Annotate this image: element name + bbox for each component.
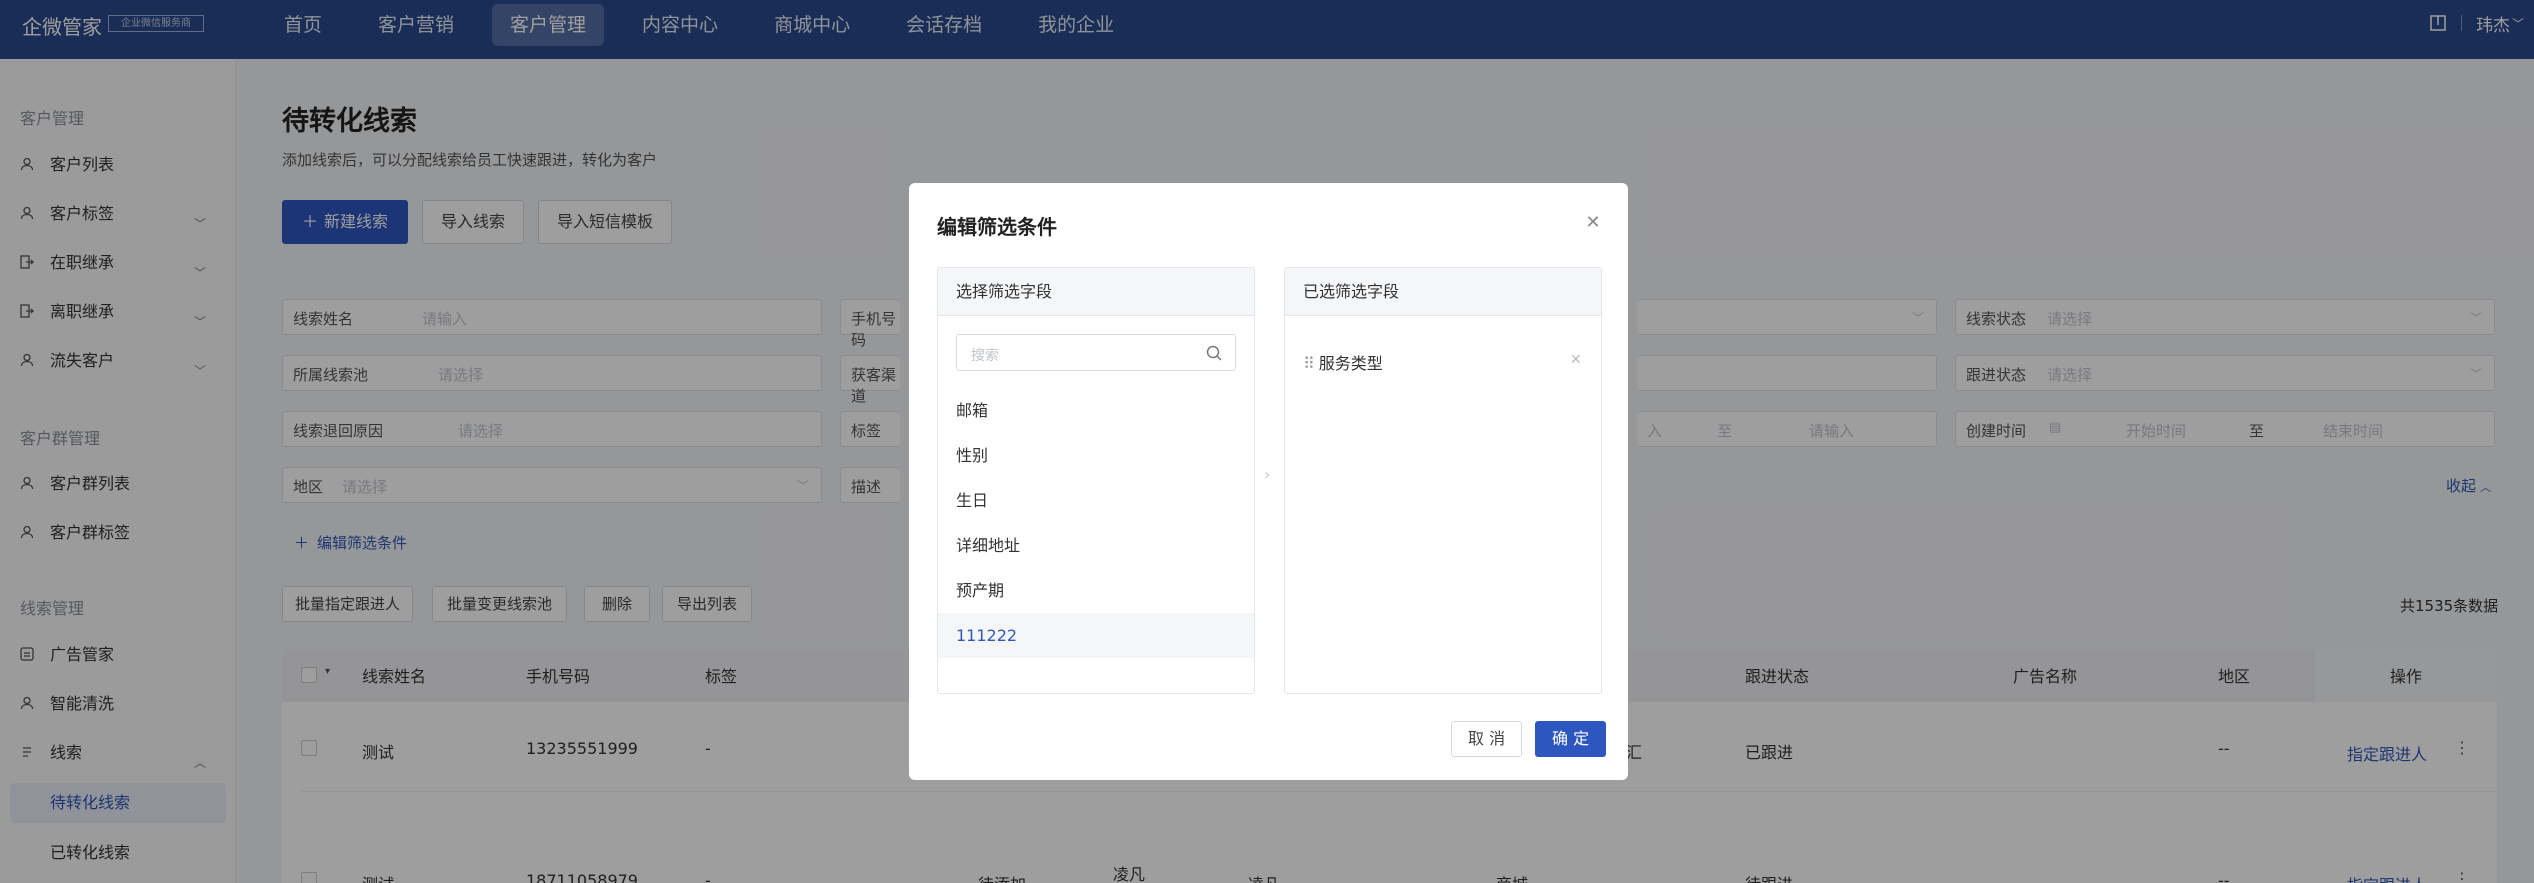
cancel-button[interactable]: 取 消 xyxy=(1451,721,1523,757)
selected-field-label: 服务类型 xyxy=(1318,354,1383,373)
remove-icon[interactable]: ✕ xyxy=(1570,352,1582,368)
selected-fields-panel: 已选筛选字段 ⠿ 服务类型 ✕ xyxy=(1284,267,1602,694)
field-option-due-date[interactable]: 预产期 xyxy=(938,568,1254,613)
dialog-title: 编辑筛选条件 xyxy=(937,215,1057,239)
field-select-title: 选择筛选字段 xyxy=(938,268,1254,316)
field-select-panel: 选择筛选字段 搜索 邮箱 性别 生日 详细地址 预产期 111222 xyxy=(937,267,1255,694)
field-option-111222[interactable]: 111222 xyxy=(938,613,1254,658)
chevron-right-icon: › xyxy=(1264,465,1271,484)
close-icon[interactable]: ✕ xyxy=(1583,213,1603,233)
drag-handle-icon[interactable]: ⠿ xyxy=(1303,354,1315,373)
search-placeholder: 搜索 xyxy=(971,348,999,364)
selected-fields-title: 已选筛选字段 xyxy=(1285,268,1601,316)
field-option-gender[interactable]: 性别 xyxy=(938,433,1254,478)
field-option-birthday[interactable]: 生日 xyxy=(938,478,1254,523)
field-option-email[interactable]: 邮箱 xyxy=(938,388,1254,433)
edit-filter-dialog: 编辑筛选条件 ✕ 选择筛选字段 搜索 邮箱 性别 生日 详细地址 预产期 111… xyxy=(909,183,1628,780)
field-search-input[interactable]: 搜索 xyxy=(956,334,1236,371)
search-icon xyxy=(1206,345,1222,361)
selected-field-item[interactable]: ⠿ 服务类型 xyxy=(1303,350,1383,374)
confirm-button[interactable]: 确 定 xyxy=(1535,721,1607,757)
field-option-address[interactable]: 详细地址 xyxy=(938,523,1254,568)
